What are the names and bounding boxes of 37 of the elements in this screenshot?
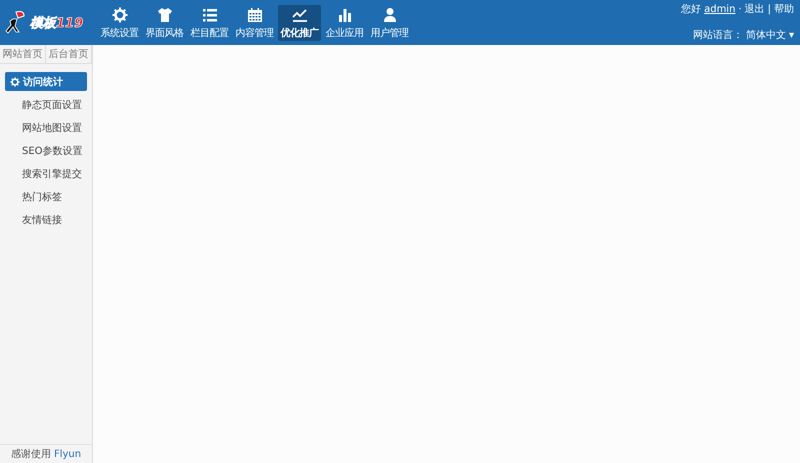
list-icon [202,6,218,22]
sidebar-tab[interactable]: 网站首页 [0,45,46,63]
greeting-text: 您好 [681,3,702,16]
trend-line-icon [292,6,308,22]
calendar-icon [246,6,262,22]
sidebar-tab[interactable]: 后台首页 [46,45,92,63]
gear-icon [112,6,128,22]
caret-icon[interactable]: ▾ [788,30,794,40]
help-link[interactable]: 帮助 [774,2,794,16]
separator-text: · [738,4,742,14]
shirt-icon [156,6,172,22]
bar-chart-icon [336,6,352,22]
gear-icon [10,76,20,86]
user-link[interactable]: admin [704,4,736,14]
footer-link[interactable]: Flyun [54,448,82,460]
sidebar-item[interactable]: 热门标签 [5,187,87,206]
nav-tab[interactable]: 企业应用 [323,5,366,41]
nav-tab[interactable]: 用户管理 [368,5,411,41]
runner-icon [4,10,26,36]
user-icon [382,6,398,22]
nav-tab[interactable]: 界面风格 [143,5,186,41]
logout-link[interactable]: 退出 [744,2,765,16]
sidebar-item[interactable]: 网站地图设置 [5,118,87,137]
language-label: 网站语言： [692,28,743,42]
language-select[interactable]: 简体中文 [746,28,786,42]
nav-tab[interactable]: 栏目配置 [188,5,231,41]
sidebar-item[interactable]: 静态页面设置 [5,95,87,114]
sidebar-item[interactable]: 搜索引擎提交 [5,164,87,183]
nav-tab[interactable]: 优化推广 [278,5,321,41]
sidebar-item[interactable]: SEO参数设置 [5,141,87,160]
nav-tab[interactable]: 内容管理 [233,5,276,41]
nav-tab[interactable]: 系统设置 [98,5,141,41]
sidebar-item[interactable]: 友情链接 [5,210,87,229]
sidebar-item[interactable]: 访问统计 [5,72,87,91]
separator-text: | [768,4,771,14]
logo-text: 模板119 [30,14,84,32]
footer-text: 感谢使用 [10,448,51,461]
